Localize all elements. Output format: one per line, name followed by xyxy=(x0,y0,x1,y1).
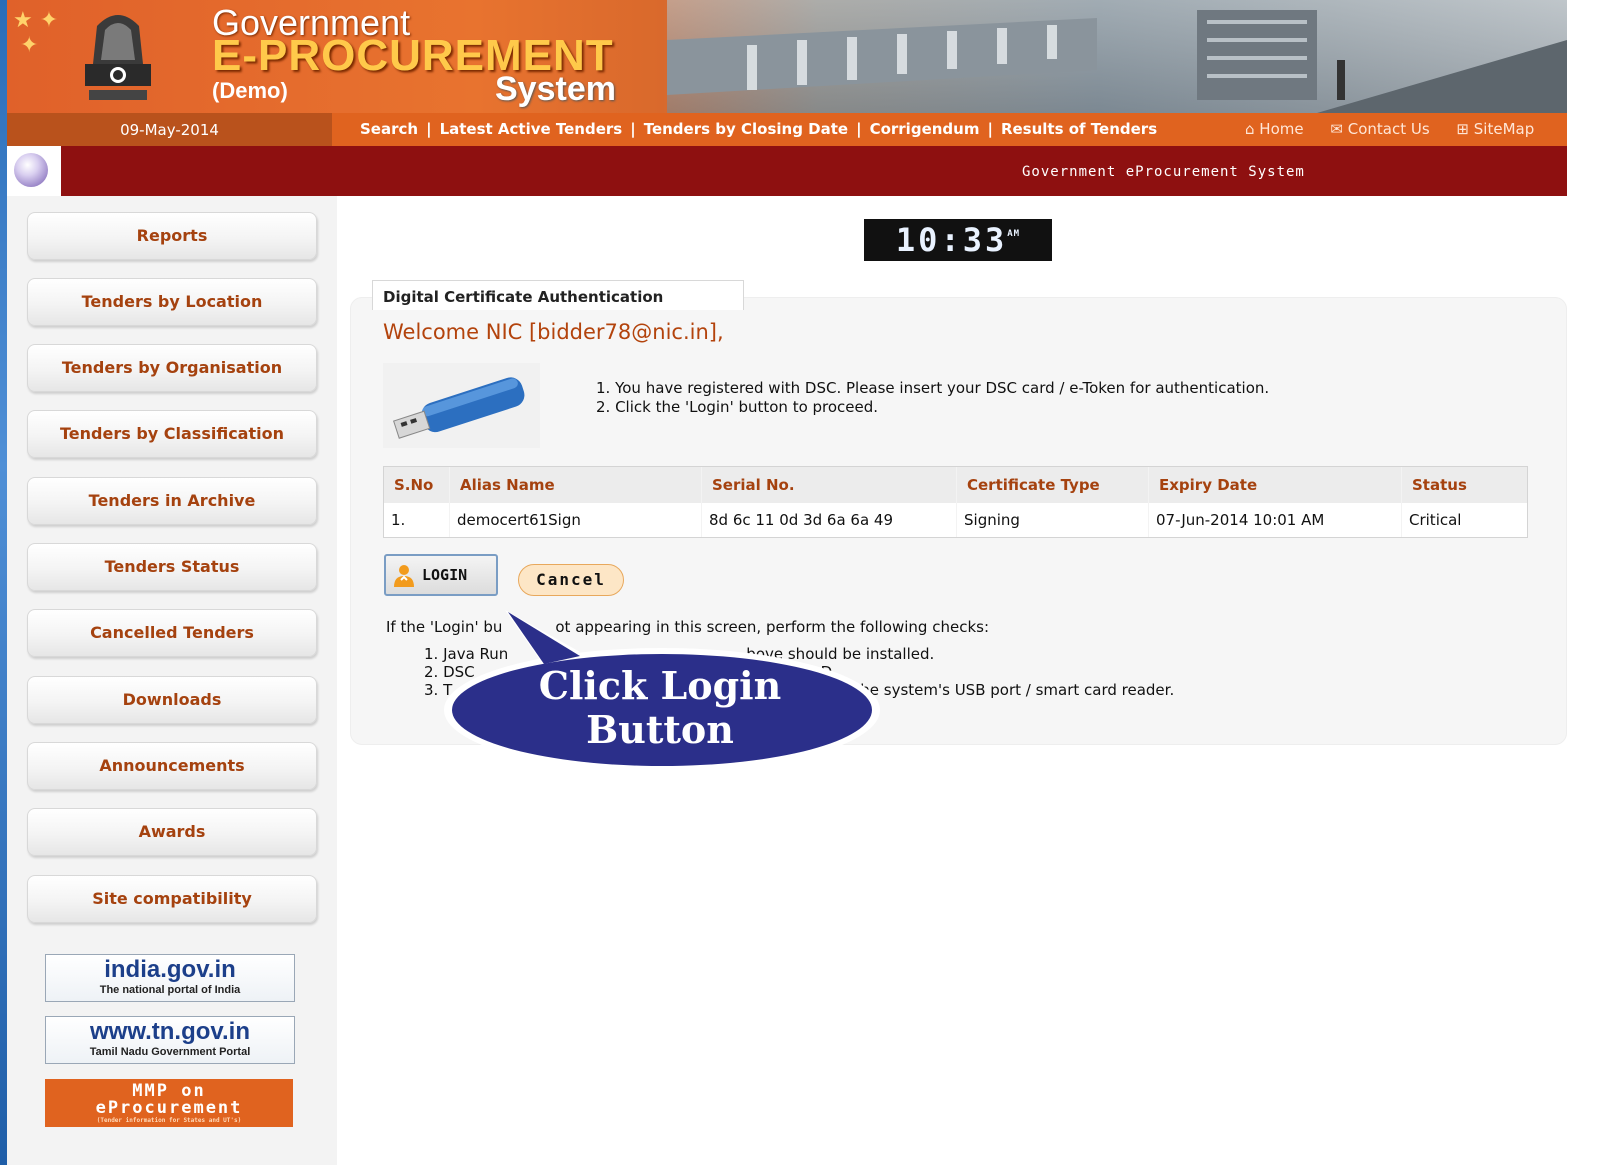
sidebar: Reports Tenders by Location Tenders by O… xyxy=(7,196,337,1165)
clock-time: 10:33 xyxy=(895,221,1008,259)
tagline-text: Government eProcurement System xyxy=(1022,164,1305,180)
sidebar-item-tenders-by-location[interactable]: Tenders by Location xyxy=(27,278,317,326)
instruction-item: 2. Click the 'Login' button to proceed. xyxy=(596,398,879,416)
table-cell: 07-Jun-2014 10:01 AM xyxy=(1148,503,1402,538)
column-header: Status xyxy=(1401,466,1528,503)
dam-bridge-photo xyxy=(667,0,1567,113)
check-item-right: he system's USB port / smart card reader… xyxy=(860,681,1175,699)
national-emblem-icon xyxy=(85,15,151,100)
sidebar-item-tenders-by-classification[interactable]: Tenders by Classification xyxy=(27,410,317,458)
table-row[interactable]: 1. democert61Sign 8d 6c 11 0d 3d 6a 6a 4… xyxy=(383,503,1528,538)
sidebar-item-awards[interactable]: Awards xyxy=(27,808,317,856)
sitemap-link[interactable]: ⊞ SiteMap xyxy=(1456,120,1534,138)
usb-token-icon xyxy=(383,363,540,448)
user-icon xyxy=(394,565,414,587)
title-line-3: System xyxy=(495,70,616,108)
tn-gov-portal-link[interactable]: www.tn.gov.in Tamil Nadu Government Port… xyxy=(45,1016,295,1064)
sidebar-item-reports[interactable]: Reports xyxy=(27,212,317,260)
sitemap-icon: ⊞ xyxy=(1456,120,1474,138)
nav-separator: | xyxy=(856,120,862,138)
callout-line-2: Button xyxy=(586,707,734,752)
nav-link-tenders-by-closing-date[interactable]: Tenders by Closing Date xyxy=(644,120,848,138)
login-label: LOGIN xyxy=(422,566,468,584)
certificate-table: S.No Alias Name Serial No. Certificate T… xyxy=(383,466,1528,538)
column-header: S.No xyxy=(383,466,450,503)
table-cell: Signing xyxy=(956,503,1149,538)
tagline-bar: Government eProcurement System xyxy=(7,146,1567,196)
sidebar-item-tenders-by-organisation[interactable]: Tenders by Organisation xyxy=(27,344,317,392)
table-cell: democert61Sign xyxy=(449,503,702,538)
india-gov-subtitle: The national portal of India xyxy=(99,984,241,996)
column-header: Expiry Date xyxy=(1148,466,1402,503)
mmp-line-2: eProcurement xyxy=(95,1098,243,1118)
utility-links: ⌂ Home ✉ Contact Us ⊞ SiteMap xyxy=(1245,113,1556,146)
instruction-item: 1. You have registered with DSC. Please … xyxy=(596,379,1270,397)
globe-icon xyxy=(14,153,48,187)
clock-ampm: AM xyxy=(1007,229,1021,239)
nav-bar: 09-May-2014 Search | Latest Active Tenders… xyxy=(7,113,1567,146)
india-gov-logo-text: india.gov.in xyxy=(104,956,236,983)
callout-text: Click Login Button xyxy=(470,664,850,752)
table-cell: 1. xyxy=(383,503,450,538)
table-cell: 8d 6c 11 0d 3d 6a 6a 49 xyxy=(701,503,957,538)
current-date: 09-May-2014 xyxy=(7,113,332,146)
sidebar-item-cancelled-tenders[interactable]: Cancelled Tenders xyxy=(27,609,317,657)
column-header: Certificate Type xyxy=(956,466,1149,503)
table-cell: Critical xyxy=(1401,503,1528,538)
sidebar-item-announcements[interactable]: Announcements xyxy=(27,742,317,790)
sidebar-item-downloads[interactable]: Downloads xyxy=(27,676,317,724)
mmp-line-3: (Tender information for States and UT's) xyxy=(96,1117,242,1124)
india-gov-portal-link[interactable]: india.gov.in The national portal of Indi… xyxy=(45,954,295,1002)
tn-gov-logo-text: www.tn.gov.in xyxy=(90,1018,250,1045)
home-icon: ⌂ xyxy=(1245,120,1260,138)
callout-line-1: Click Login xyxy=(538,663,782,708)
mmp-eprocurement-link[interactable]: MMP on eProcurement (Tender information … xyxy=(45,1079,293,1127)
header-banner: ★ ✦ ✦ Government E-PROCUREMENT (Demo) Sy… xyxy=(7,0,1567,113)
sidebar-item-tenders-status[interactable]: Tenders Status xyxy=(27,543,317,591)
digital-clock: 10:33AM xyxy=(864,219,1052,261)
column-header: Serial No. xyxy=(701,466,957,503)
sidebar-item-site-compatibility[interactable]: Site compatibility xyxy=(27,875,317,923)
tn-gov-subtitle: Tamil Nadu Government Portal xyxy=(89,1046,251,1058)
nav-link-results-of-tenders[interactable]: Results of Tenders xyxy=(1001,120,1157,138)
sidebar-item-tenders-in-archive[interactable]: Tenders in Archive xyxy=(27,477,317,525)
slide-edge xyxy=(0,0,7,1165)
column-header: Alias Name xyxy=(449,466,702,503)
dsc-instructions: 1. You have registered with DSC. Please … xyxy=(596,379,1269,417)
welcome-message: Welcome NIC [bidder78@nic.in], xyxy=(383,320,724,344)
table-header-row: S.No Alias Name Serial No. Certificate T… xyxy=(383,466,1528,503)
mail-icon: ✉ xyxy=(1330,120,1348,138)
star-decoration-icon: ★ ✦ ✦ xyxy=(13,8,59,58)
nav-separator: | xyxy=(426,120,432,138)
mmp-line-1: MMP on xyxy=(132,1081,206,1101)
nav-link-search[interactable]: Search xyxy=(360,120,418,138)
panel-title: Digital Certificate Authentication xyxy=(372,280,744,310)
nav-link-latest-active-tenders[interactable]: Latest Active Tenders xyxy=(440,120,623,138)
nav-link-corrigendum[interactable]: Corrigendum xyxy=(870,120,980,138)
nav-separator: | xyxy=(987,120,993,138)
demo-label: (Demo) xyxy=(212,78,288,103)
top-nav-links: Search | Latest Active Tenders | Tenders by … xyxy=(360,113,1157,146)
contact-us-link[interactable]: ✉ Contact Us xyxy=(1330,120,1429,138)
home-link[interactable]: ⌂ Home xyxy=(1245,120,1304,138)
orb-container xyxy=(7,146,61,196)
nav-separator: | xyxy=(630,120,636,138)
